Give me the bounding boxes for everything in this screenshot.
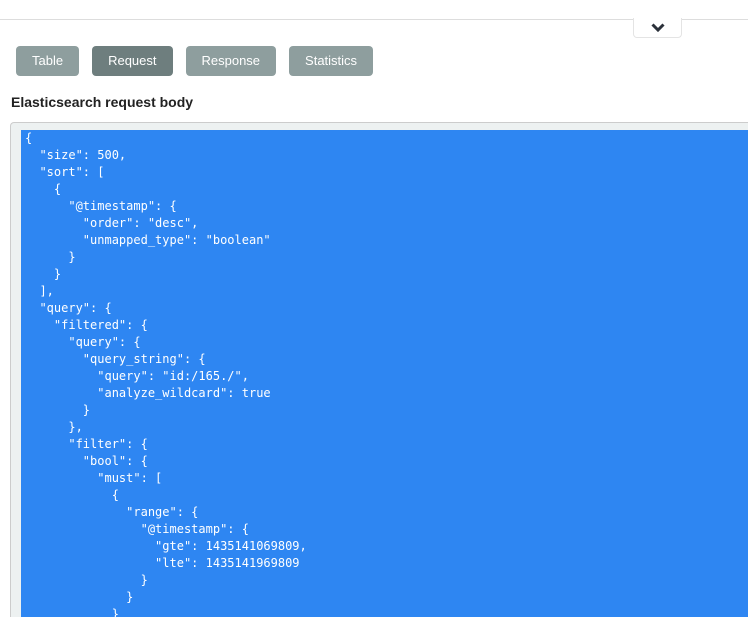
- selected-request-body-text: { "size": 500, "sort": [ { "@timestamp":…: [21, 130, 748, 617]
- chevron-down-icon: [651, 23, 665, 32]
- collapse-detail-button[interactable]: [633, 18, 682, 38]
- tab-request[interactable]: Request: [92, 46, 172, 76]
- request-body-codeblock[interactable]: { "size": 500, "sort": [ { "@timestamp":…: [10, 122, 748, 617]
- tab-response[interactable]: Response: [186, 46, 277, 76]
- detail-view-tabs: Table Request Response Statistics: [16, 46, 373, 76]
- section-title: Elasticsearch request body: [11, 94, 193, 110]
- tab-table[interactable]: Table: [16, 46, 79, 76]
- tab-statistics[interactable]: Statistics: [289, 46, 373, 76]
- request-body-pre[interactable]: { "size": 500, "sort": [ { "@timestamp":…: [11, 123, 748, 617]
